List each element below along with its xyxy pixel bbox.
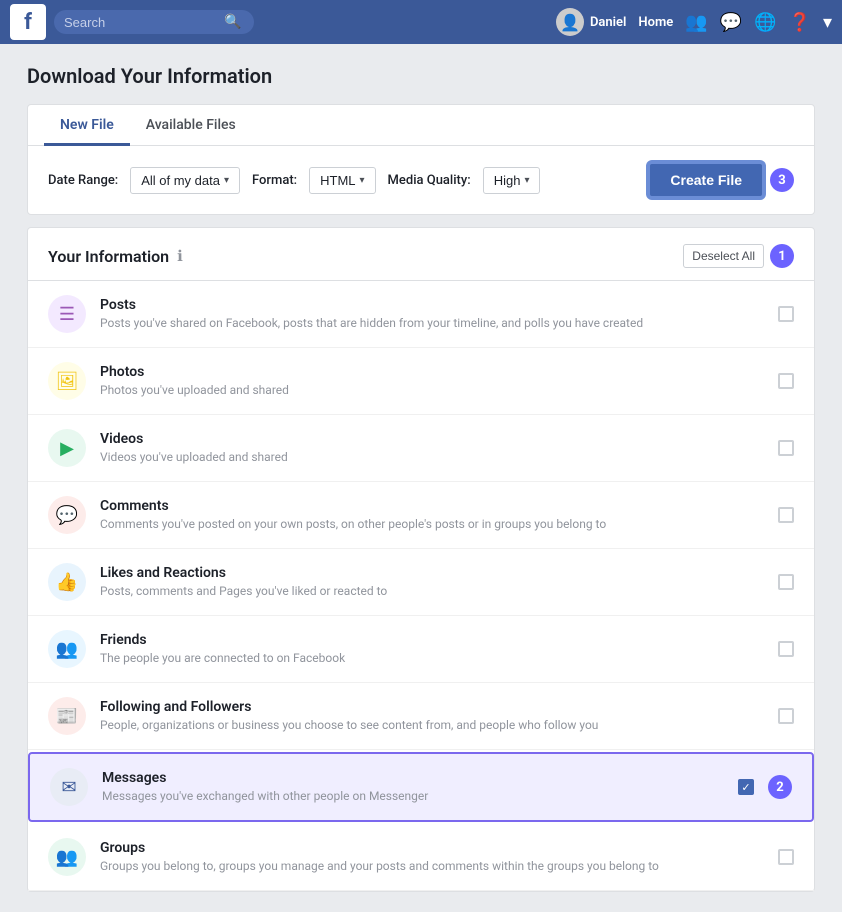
nav-right-section: 👤 Daniel Home 👥 💬 🌐 ❓ ▾ — [556, 8, 832, 36]
item-content-videos: Videos Videos you've uploaded and shared — [100, 431, 764, 466]
item-icon-groups: 👥 — [48, 838, 86, 876]
item-title-photos: Photos — [100, 364, 764, 380]
item-checkbox-videos[interactable] — [778, 440, 794, 456]
item-icon-videos: ▶ — [48, 429, 86, 467]
search-input[interactable] — [64, 15, 224, 30]
item-checkbox-comments[interactable] — [778, 507, 794, 523]
annotation-badge-3: 3 — [770, 168, 794, 192]
item-title-comments: Comments — [100, 498, 764, 514]
filter-bar: Date Range: All of my data ▾ Format: HTM… — [28, 146, 814, 214]
item-title-posts: Posts — [100, 297, 764, 313]
info-header-left: Your Information ℹ — [48, 247, 183, 266]
annotation-badge-2: 2 — [768, 775, 792, 799]
item-title-following: Following and Followers — [100, 699, 764, 715]
item-content-groups: Groups Groups you belong to, groups you … — [100, 840, 764, 875]
nav-user: 👤 Daniel — [556, 8, 626, 36]
item-desc-friends: The people you are connected to on Faceb… — [100, 650, 764, 667]
tab-new-file[interactable]: New File — [44, 105, 130, 146]
search-icon: 🔍 — [224, 14, 241, 30]
top-navigation: f 🔍 👤 Daniel Home 👥 💬 🌐 ❓ ▾ — [0, 0, 842, 44]
format-value: HTML — [320, 173, 355, 188]
deselect-all-button[interactable]: Deselect All — [683, 244, 764, 268]
item-checkbox-photos[interactable] — [778, 373, 794, 389]
format-label: Format: — [252, 173, 297, 188]
data-item-photos: 🖼 Photos Photos you've uploaded and shar… — [28, 348, 814, 415]
item-checkbox-groups[interactable] — [778, 849, 794, 865]
date-range-label: Date Range: — [48, 173, 118, 188]
dropdown-icon[interactable]: ▾ — [823, 12, 832, 33]
item-icon-friends: 👥 — [48, 630, 86, 668]
item-title-messages: Messages — [102, 770, 724, 786]
date-range-arrow: ▾ — [224, 175, 229, 186]
item-content-posts: Posts Posts you've shared on Facebook, p… — [100, 297, 764, 332]
item-icon-posts: ☰ — [48, 295, 86, 333]
home-link[interactable]: Home — [638, 15, 673, 30]
facebook-logo: f — [10, 4, 46, 40]
item-title-groups: Groups — [100, 840, 764, 856]
item-desc-comments: Comments you've posted on your own posts… — [100, 516, 764, 533]
page-title: Download Your Information — [27, 64, 815, 88]
search-bar[interactable]: 🔍 — [54, 10, 254, 34]
data-item-likes: 👍 Likes and Reactions Posts, comments an… — [28, 549, 814, 616]
item-desc-groups: Groups you belong to, groups you manage … — [100, 858, 764, 875]
data-items-list: ☰ Posts Posts you've shared on Facebook,… — [28, 281, 814, 891]
item-content-following: Following and Followers People, organiza… — [100, 699, 764, 734]
format-arrow: ▾ — [360, 175, 365, 186]
item-checkbox-posts[interactable] — [778, 306, 794, 322]
item-icon-messages: ✉ — [50, 768, 88, 806]
item-content-likes: Likes and Reactions Posts, comments and … — [100, 565, 764, 600]
data-item-groups: 👥 Groups Groups you belong to, groups yo… — [28, 824, 814, 891]
info-header: Your Information ℹ Deselect All 1 — [28, 228, 814, 281]
item-icon-likes: 👍 — [48, 563, 86, 601]
info-tooltip-icon[interactable]: ℹ — [177, 247, 183, 265]
friends-icon[interactable]: 👥 — [685, 12, 707, 33]
item-desc-likes: Posts, comments and Pages you've liked o… — [100, 583, 764, 600]
data-item-messages: ✉ Messages Messages you've exchanged wit… — [28, 752, 814, 822]
quality-dropdown[interactable]: High ▾ — [483, 167, 541, 194]
item-desc-following: People, organizations or business you ch… — [100, 717, 764, 734]
user-name: Daniel — [590, 15, 626, 30]
item-desc-messages: Messages you've exchanged with other peo… — [102, 788, 724, 805]
data-item-following: 📰 Following and Followers People, organi… — [28, 683, 814, 750]
data-item-videos: ▶ Videos Videos you've uploaded and shar… — [28, 415, 814, 482]
item-desc-posts: Posts you've shared on Facebook, posts t… — [100, 315, 764, 332]
item-icon-photos: 🖼 — [48, 362, 86, 400]
item-content-messages: Messages Messages you've exchanged with … — [102, 770, 724, 805]
avatar: 👤 — [556, 8, 584, 36]
messenger-icon[interactable]: 💬 — [720, 12, 742, 33]
item-title-friends: Friends — [100, 632, 764, 648]
tabs-bar: New File Available Files — [28, 105, 814, 146]
info-card: Your Information ℹ Deselect All 1 ☰ Post… — [27, 227, 815, 892]
info-section-title: Your Information — [48, 247, 169, 266]
globe-icon[interactable]: 🌐 — [754, 12, 776, 33]
item-icon-following: 📰 — [48, 697, 86, 735]
date-range-dropdown[interactable]: All of my data ▾ — [130, 167, 240, 194]
format-dropdown[interactable]: HTML ▾ — [309, 167, 375, 194]
main-card: New File Available Files Date Range: All… — [27, 104, 815, 215]
item-icon-comments: 💬 — [48, 496, 86, 534]
item-title-videos: Videos — [100, 431, 764, 447]
item-desc-photos: Photos you've uploaded and shared — [100, 382, 764, 399]
quality-arrow: ▾ — [524, 175, 529, 186]
item-checkbox-likes[interactable] — [778, 574, 794, 590]
item-checkbox-friends[interactable] — [778, 641, 794, 657]
page-container: Download Your Information New File Avail… — [11, 44, 831, 912]
tab-available-files[interactable]: Available Files — [130, 105, 252, 146]
data-item-friends: 👥 Friends The people you are connected t… — [28, 616, 814, 683]
date-range-value: All of my data — [141, 173, 220, 188]
item-content-photos: Photos Photos you've uploaded and shared — [100, 364, 764, 399]
item-content-friends: Friends The people you are connected to … — [100, 632, 764, 667]
quality-label: Media Quality: — [388, 173, 471, 188]
quality-value: High — [494, 173, 521, 188]
item-checkbox-messages[interactable]: ✓ — [738, 779, 754, 795]
data-item-comments: 💬 Comments Comments you've posted on you… — [28, 482, 814, 549]
annotation-badge-1: 1 — [770, 244, 794, 268]
item-title-likes: Likes and Reactions — [100, 565, 764, 581]
item-desc-videos: Videos you've uploaded and shared — [100, 449, 764, 466]
help-icon[interactable]: ❓ — [789, 12, 811, 33]
item-content-comments: Comments Comments you've posted on your … — [100, 498, 764, 533]
item-checkbox-following[interactable] — [778, 708, 794, 724]
create-file-button[interactable]: Create File — [648, 162, 764, 198]
data-item-posts: ☰ Posts Posts you've shared on Facebook,… — [28, 281, 814, 348]
